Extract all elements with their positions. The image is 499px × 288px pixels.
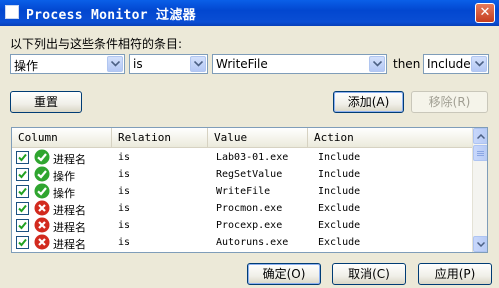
enable-checkbox[interactable]	[16, 202, 29, 215]
row-action: Exclude	[318, 220, 361, 231]
list-item[interactable]: 操作 is WriteFile Include	[12, 183, 472, 200]
value-select[interactable]: WriteFile	[212, 54, 387, 74]
enable-checkbox[interactable]	[16, 168, 29, 181]
list-item[interactable]: 进程名 is Procmon.exe Exclude	[12, 200, 472, 217]
cancel-button[interactable]: 取消(C)	[332, 263, 406, 285]
row-value: Procexp.exe	[216, 220, 283, 231]
chevron-up-icon	[477, 134, 485, 139]
row-action: Include	[318, 152, 361, 163]
row-value: RegSetValue	[216, 169, 283, 180]
vertical-scrollbar[interactable]	[472, 128, 487, 252]
relation-select[interactable]: is	[129, 54, 208, 74]
window-title: Process Monitor 过滤器	[26, 8, 196, 23]
header-action[interactable]: Action	[308, 128, 472, 147]
header-value[interactable]: Value	[208, 128, 308, 147]
filter-prompt: 以下列出与这些条件相符的条目:	[10, 37, 183, 51]
then-label: then	[393, 57, 421, 71]
row-action: Include	[318, 169, 361, 180]
scroll-down-button[interactable]	[473, 236, 487, 252]
row-relation: is	[118, 220, 131, 231]
enable-checkbox[interactable]	[16, 151, 29, 164]
filter-list[interactable]: Column Relation Value Action 进程名 is Lab03-…	[11, 127, 488, 253]
action-select[interactable]: Include	[423, 54, 489, 74]
exclude-icon	[34, 217, 50, 233]
row-column: 进程名	[53, 221, 86, 234]
enable-checkbox[interactable]	[16, 236, 29, 249]
close-icon: ✕	[479, 5, 491, 20]
row-column: 操作	[53, 187, 75, 200]
row-value: Autoruns.exe	[216, 237, 289, 248]
row-column: 进程名	[53, 238, 86, 251]
chevron-down-icon[interactable]	[107, 56, 123, 72]
value-select-value: WriteFile	[216, 57, 268, 71]
chevron-down-icon	[477, 242, 485, 247]
action-select-value: Include	[427, 57, 471, 71]
add-button[interactable]: 添加(A)	[333, 91, 404, 113]
row-relation: is	[118, 186, 131, 197]
list-item[interactable]: 进程名 is Autoruns.exe Exclude	[12, 234, 472, 251]
relation-select-value: is	[133, 57, 143, 71]
chevron-down-icon[interactable]	[471, 56, 487, 72]
ok-button[interactable]: 确定(O)	[247, 263, 321, 285]
header-column[interactable]: Column	[12, 128, 112, 147]
chevron-down-icon[interactable]	[190, 56, 206, 72]
reset-button[interactable]: 重置	[10, 91, 82, 113]
column-select-value: 操作	[14, 59, 39, 73]
column-select[interactable]: 操作	[10, 54, 125, 74]
list-item[interactable]: 进程名 is Lab03-01.exe Include	[12, 149, 472, 166]
include-icon	[34, 183, 50, 199]
enable-checkbox[interactable]	[16, 185, 29, 198]
chevron-down-icon[interactable]	[369, 56, 385, 72]
row-column: 进程名	[53, 204, 86, 217]
row-value: Procmon.exe	[216, 203, 283, 214]
title-bar[interactable]: Process Monitor 过滤器 ✕	[0, 0, 499, 26]
list-item[interactable]: 操作 is RegSetValue Include	[12, 166, 472, 183]
apply-button[interactable]: 应用(P)	[418, 263, 492, 285]
include-icon	[34, 166, 50, 182]
include-icon	[34, 149, 50, 165]
scroll-up-button[interactable]	[473, 128, 487, 144]
list-header: Column Relation Value Action	[12, 128, 472, 148]
header-relation[interactable]: Relation	[112, 128, 208, 147]
row-action: Exclude	[318, 237, 361, 248]
exclude-icon	[34, 234, 50, 250]
row-column: 操作	[53, 170, 75, 183]
row-relation: is	[118, 237, 131, 248]
row-relation: is	[118, 152, 131, 163]
row-action: Exclude	[318, 203, 361, 214]
row-action: Include	[318, 186, 361, 197]
exclude-icon	[34, 200, 50, 216]
enable-checkbox[interactable]	[16, 219, 29, 232]
list-item[interactable]: 进程名 is Procexp.exe Exclude	[12, 217, 472, 234]
row-value: WriteFile	[216, 186, 271, 197]
scroll-thumb[interactable]	[473, 145, 487, 161]
remove-button[interactable]: 移除(R)	[411, 91, 488, 113]
row-column: 进程名	[53, 153, 86, 166]
row-value: Lab03-01.exe	[216, 152, 289, 163]
close-button[interactable]: ✕	[475, 3, 495, 23]
row-relation: is	[118, 169, 131, 180]
row-relation: is	[118, 203, 131, 214]
app-icon	[5, 5, 19, 19]
